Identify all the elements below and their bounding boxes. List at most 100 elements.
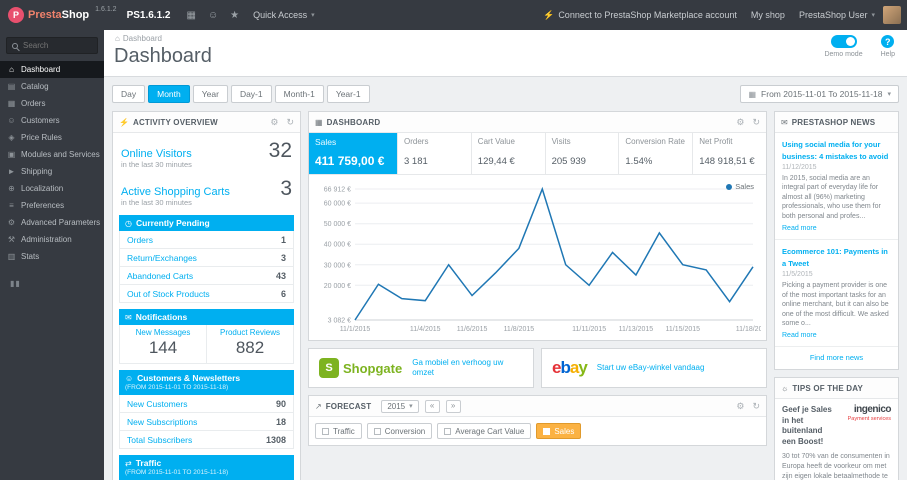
abandoned-carts-row[interactable]: Abandoned Carts 43 xyxy=(119,267,294,285)
sidebar-search[interactable] xyxy=(6,37,98,54)
gear-icon[interactable]: ⚙ xyxy=(270,117,278,128)
read-more-link[interactable]: Read more xyxy=(782,332,817,339)
gear-icon[interactable]: ⚙ xyxy=(736,401,744,412)
svg-text:11/18/2015: 11/18/2015 xyxy=(736,326,761,333)
user-menu[interactable]: PrestaShop User ▾ xyxy=(799,10,875,20)
news-date: 11/12/2015 xyxy=(782,164,817,171)
content-area: Day Month Year Day-1 Month-1 Year-1 ▦ Fr… xyxy=(104,77,907,480)
checkbox-icon xyxy=(444,427,452,435)
toggle-on-icon[interactable] xyxy=(830,35,857,48)
user-avatar[interactable] xyxy=(883,6,901,24)
prestashop-logo[interactable]: P PrestaShop 1.6.1.2 xyxy=(0,0,125,30)
active-carts-stat[interactable]: Active Shopping Carts 3 in the last 30 m… xyxy=(113,171,300,209)
online-visitors-stat[interactable]: Online Visitors 32 in the last 30 minute… xyxy=(113,133,300,171)
sidebar-item-advanced-parameters[interactable]: ⚙ Advanced Parameters xyxy=(0,214,104,231)
activity-panel-title: ACTIVITY OVERVIEW xyxy=(132,117,218,127)
refresh-icon[interactable]: ↻ xyxy=(752,401,760,412)
find-more-news-link[interactable]: Find more news xyxy=(775,347,898,369)
chart-legend-sales[interactable]: Sales xyxy=(726,182,754,191)
news-icon: ✉ xyxy=(781,117,788,127)
sidebar-item-catalog[interactable]: ▤ Catalog xyxy=(0,78,104,95)
pending-returns-row[interactable]: Return/Exchanges 3 xyxy=(119,249,294,267)
forecast-year-select[interactable]: 2015 ▾ xyxy=(381,399,419,413)
forecast-prev-button[interactable]: « xyxy=(424,399,440,413)
gear-icon[interactable]: ⚙ xyxy=(736,117,744,128)
customer-icon[interactable]: ☺ xyxy=(208,10,218,21)
demo-mode-toggle[interactable]: Demo mode xyxy=(824,35,863,58)
tips-of-the-day-panel: ☼ TIPS OF THE DAY Geef je Sales in het b… xyxy=(774,377,899,480)
sidebar-item-customers[interactable]: ☺ Customers xyxy=(0,112,104,129)
forecast-legend-traffic[interactable]: Traffic xyxy=(315,423,362,439)
filter-month-button[interactable]: Month xyxy=(148,85,190,103)
kpi-visits[interactable]: Visits 205 939 xyxy=(546,133,620,174)
sidebar-item-administration[interactable]: ⚒ Administration xyxy=(0,231,104,248)
prestashop-logo-icon: P xyxy=(8,7,24,23)
sidebar-item-modules[interactable]: ▣ Modules and Services xyxy=(0,146,104,163)
sidebar-item-shipping[interactable]: ► Shipping xyxy=(0,163,104,180)
home-icon: ⌂ xyxy=(115,34,120,43)
shopgate-logo: S Shopgate xyxy=(319,358,402,378)
online-visitors-subtitle: in the last 30 minutes xyxy=(121,160,192,169)
svg-text:60 000 €: 60 000 € xyxy=(324,201,351,208)
shopgate-banner[interactable]: S Shopgate Ga mobiel en verhoog uw omzet xyxy=(308,348,534,388)
kpi-conversion-rate[interactable]: Conversion Rate 1.54% xyxy=(619,133,694,174)
new-subscriptions-row[interactable]: New Subscriptions 18 xyxy=(119,413,294,431)
filter-month-1-button[interactable]: Month-1 xyxy=(274,85,324,103)
sidebar-item-stats[interactable]: ▥ Stats xyxy=(0,248,104,265)
svg-text:11/1/2015: 11/1/2015 xyxy=(340,326,371,333)
activity-overview-panel: ⚡ ACTIVITY OVERVIEW ⚙ ↻ Online Visitors … xyxy=(112,111,301,480)
forecast-legend-conversion[interactable]: Conversion xyxy=(366,423,433,439)
active-carts-value: 3 xyxy=(280,177,292,200)
kpi-sales[interactable]: Sales 411 759,00 € xyxy=(309,133,398,174)
svg-text:11/6/2015: 11/6/2015 xyxy=(457,326,488,333)
filter-day-button[interactable]: Day xyxy=(112,85,146,103)
forecast-legend-average-cart-value[interactable]: Average Cart Value xyxy=(437,423,532,439)
filter-year-button[interactable]: Year xyxy=(192,85,228,103)
refresh-icon[interactable]: ↻ xyxy=(286,117,294,128)
quick-access-menu[interactable]: Quick Access ▾ xyxy=(253,10,315,20)
forecast-legend-sales[interactable]: Sales xyxy=(536,423,582,439)
star-icon[interactable]: ★ xyxy=(230,10,239,21)
forecast-next-button[interactable]: » xyxy=(445,399,461,413)
sidebar-item-localization[interactable]: ⊕ Localization xyxy=(0,180,104,197)
total-subscribers-row[interactable]: Total Subscribers 1308 xyxy=(119,431,294,449)
kpi-cart-value[interactable]: Cart Value 129,44 € xyxy=(472,133,546,174)
sliders-icon: ≡ xyxy=(9,201,14,210)
cart-icon[interactable]: ▦ xyxy=(186,10,195,21)
search-input[interactable] xyxy=(23,41,92,50)
truck-icon: ► xyxy=(7,167,16,176)
sidebar-item-price-rules[interactable]: ◈ Price Rules xyxy=(0,129,104,146)
product-reviews-cell[interactable]: Product Reviews 882 xyxy=(207,325,294,364)
clock-icon: ◷ xyxy=(125,218,132,228)
ebay-link[interactable]: Start uw eBay-winkel vandaag xyxy=(597,363,705,373)
filter-year-1-button[interactable]: Year-1 xyxy=(326,85,370,103)
marketplace-link[interactable]: ⚡ Connect to PrestaShop Marketplace acco… xyxy=(543,10,737,21)
sidebar-item-orders[interactable]: ▦ Orders xyxy=(0,95,104,112)
sidebar-collapse-button[interactable]: ▮▮ xyxy=(10,279,104,288)
sidebar-item-preferences[interactable]: ≡ Preferences xyxy=(0,197,104,214)
page-header: ⌂ Dashboard Dashboard Demo mode ? Help xyxy=(104,30,907,77)
refresh-icon[interactable]: ↻ xyxy=(752,117,760,128)
chevron-down-icon: ▾ xyxy=(409,403,413,410)
kpi-net-profit[interactable]: Net Profit 148 918,51 € xyxy=(693,133,766,174)
chevron-down-icon: ▾ xyxy=(311,12,315,19)
filter-day-1-button[interactable]: Day-1 xyxy=(230,85,272,103)
news-article-link[interactable]: Using social media for your business: 4 … xyxy=(782,140,888,161)
new-customers-row[interactable]: New Customers 90 xyxy=(119,395,294,413)
new-messages-cell[interactable]: New Messages 144 xyxy=(119,325,207,364)
shopgate-link[interactable]: Ga mobiel en verhoog uw omzet xyxy=(412,358,523,379)
read-more-link[interactable]: Read more xyxy=(782,225,817,232)
help-button[interactable]: ? Help xyxy=(881,35,895,58)
sidebar-item-dashboard[interactable]: ⌂ Dashboard xyxy=(0,61,104,78)
svg-text:11/15/2015: 11/15/2015 xyxy=(666,326,701,333)
ebay-banner[interactable]: ebay Start uw eBay-winkel vandaag xyxy=(541,348,767,388)
ingenico-logo: ingenico Payment services xyxy=(847,404,892,423)
my-shop-link[interactable]: My shop xyxy=(751,10,785,20)
kpi-orders[interactable]: Orders 3 181 xyxy=(398,133,472,174)
gear-icon: ⚙ xyxy=(7,218,16,227)
pending-orders-row[interactable]: Orders 1 xyxy=(119,231,294,249)
news-article-link[interactable]: Ecommerce 101: Payments in a Tweet xyxy=(782,247,888,268)
svg-text:30 000 €: 30 000 € xyxy=(324,262,351,269)
out-of-stock-row[interactable]: Out of Stock Products 6 xyxy=(119,285,294,303)
date-range-picker[interactable]: ▦ From 2015-11-01 To 2015-11-18 ▾ xyxy=(740,85,899,103)
